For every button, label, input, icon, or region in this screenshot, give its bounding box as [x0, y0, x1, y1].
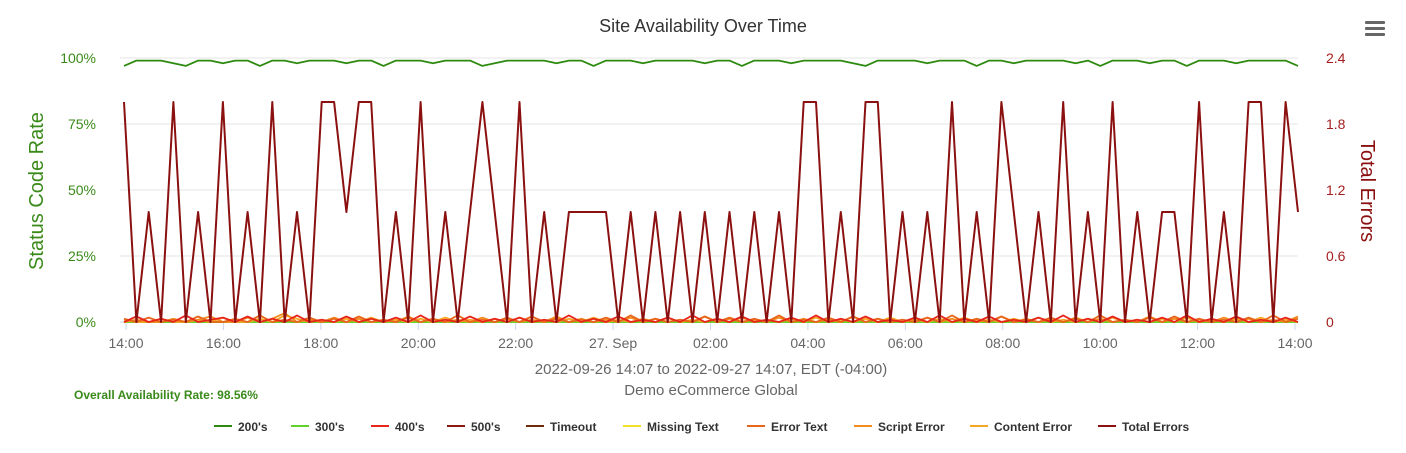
x-tick-label: 10:00 [1083, 335, 1118, 351]
legend-item[interactable]: Missing Text [623, 420, 719, 434]
right-axis-ticks: 0 0.6 1.2 1.8 2.4 [1326, 50, 1346, 330]
legend-label: Content Error [994, 420, 1072, 434]
legend-item[interactable]: 300's [291, 420, 345, 434]
left-tick-label: 0% [76, 314, 96, 330]
left-tick-label: 75% [68, 116, 96, 132]
x-axis-ticks: 14:00 16:00 18:00 20:00 22:00 27. Sep 02:00 04:… [108, 322, 1313, 351]
legend-item[interactable]: Total Errors [1098, 420, 1189, 434]
x-tick-label: 20:00 [401, 335, 436, 351]
chart-title: Site Availability Over Time [599, 16, 807, 36]
right-tick-label: 2.4 [1326, 50, 1346, 66]
legend-item[interactable]: Script Error [854, 420, 945, 434]
right-tick-label: 1.8 [1326, 116, 1346, 132]
x-tick-label: 14:00 [1277, 335, 1312, 351]
x-tick-label: 18:00 [303, 335, 338, 351]
x-tick-label: 27. Sep [589, 335, 637, 351]
x-tick-label: 16:00 [206, 335, 241, 351]
legend-label: Timeout [550, 420, 596, 434]
left-tick-label: 50% [68, 182, 96, 198]
series-line [123, 101, 1299, 323]
legend-item[interactable]: 400's [371, 420, 425, 434]
right-tick-label: 0.6 [1326, 248, 1346, 264]
right-tick-label: 1.2 [1326, 182, 1346, 198]
grid-lines [120, 57, 1298, 323]
left-tick-label: 25% [68, 248, 96, 264]
series-lines [123, 59, 1299, 323]
x-tick-label: 08:00 [985, 335, 1020, 351]
legend-item[interactable]: Error Text [747, 420, 827, 434]
right-axis-label: Total Errors [1356, 140, 1378, 242]
right-tick-label: 0 [1326, 314, 1334, 330]
hamburger-icon-bar [1365, 27, 1385, 30]
left-axis-ticks: 0% 25% 50% 75% 100% [60, 50, 96, 330]
legend: 200's 300's 400's 500's Timeout Missing Text E… [214, 420, 1189, 434]
legend-label: 200's [238, 420, 268, 434]
legend-label: Missing Text [647, 420, 719, 434]
legend-label: Script Error [878, 420, 945, 434]
x-tick-label: 02:00 [693, 335, 728, 351]
legend-item[interactable]: 500's [447, 420, 501, 434]
legend-item[interactable]: Timeout [526, 420, 596, 434]
availability-chart: Site Availability Over Time 0% 25% 50% 75% 1… [26, 16, 1378, 434]
legend-label: Total Errors [1122, 420, 1189, 434]
x-tick-label: 06:00 [888, 335, 923, 351]
overall-availability: Overall Availability Rate: 98.56% [74, 388, 258, 402]
left-tick-label: 100% [60, 50, 96, 66]
left-axis-label: Status Code Rate [26, 112, 48, 270]
legend-label: 500's [471, 420, 501, 434]
legend-label: 300's [315, 420, 345, 434]
x-tick-label: 22:00 [498, 335, 533, 351]
hamburger-icon-bar [1365, 33, 1385, 36]
legend-item[interactable]: 200's [214, 420, 268, 434]
chart-menu-button[interactable] [1362, 18, 1388, 42]
legend-item[interactable]: Content Error [970, 420, 1072, 434]
x-tick-label: 12:00 [1180, 335, 1215, 351]
x-tick-label: 04:00 [790, 335, 825, 351]
subtitle-site-name: Demo eCommerce Global [624, 382, 797, 399]
legend-label: Error Text [771, 420, 827, 434]
hamburger-icon-bar [1365, 21, 1385, 24]
subtitle-date-range: 2022-09-26 14:07 to 2022-09-27 14:07, ED… [535, 361, 887, 378]
x-tick-label: 14:00 [108, 335, 143, 351]
legend-label: 400's [395, 420, 425, 434]
series-line [123, 59, 1299, 67]
